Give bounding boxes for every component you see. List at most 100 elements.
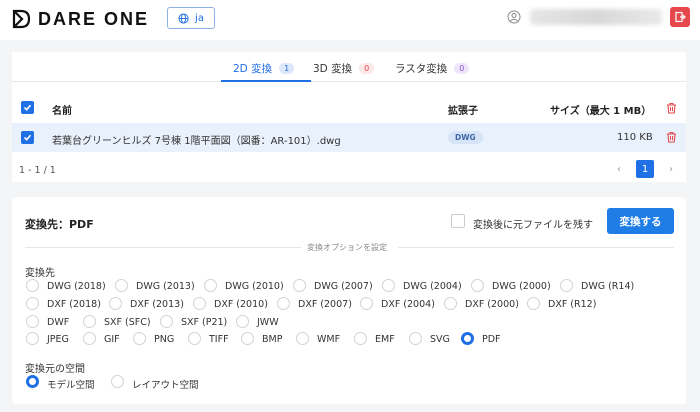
radio-bmp[interactable] — [241, 332, 254, 345]
radio-dwg-2018[interactable] — [26, 279, 39, 292]
prev-page-button[interactable]: ‹ — [610, 160, 628, 178]
logout-button[interactable] — [670, 7, 690, 27]
radio-layout-space[interactable] — [111, 375, 124, 388]
radio-label: DXF (2007) — [298, 299, 352, 310]
radio-label: DWG (2010) — [225, 281, 284, 292]
radio-label: SVG — [430, 334, 450, 345]
radio-label: JWW — [257, 317, 279, 328]
select-all-checkbox[interactable] — [21, 101, 34, 114]
radio-dxf-2007[interactable] — [277, 297, 290, 310]
radio-model-space[interactable] — [26, 375, 39, 388]
radio-label: DWG (2013) — [136, 281, 195, 292]
table-row[interactable]: 若葉台グリーンヒルズ 7号棟 1階平面図（図番：AR-101）.dwg DWG … — [12, 123, 686, 152]
radio-label: GIF — [104, 334, 120, 345]
chevron-right-icon: › — [669, 163, 673, 175]
radio-dwf[interactable] — [26, 315, 39, 328]
user-avatar-icon[interactable] — [507, 10, 521, 24]
radio-sxf-sfc[interactable] — [83, 315, 96, 328]
divider-right — [398, 247, 674, 248]
radio-sxf-p21[interactable] — [160, 315, 173, 328]
radio-dxf-2010[interactable] — [193, 297, 206, 310]
radio-label: TIFF — [209, 334, 229, 345]
radio-dxf-2000[interactable] — [444, 297, 457, 310]
keep-original-label: 変換後に元ファイルを残す — [473, 220, 593, 231]
conversion-tabs: 2D 変換 1 3D 変換 0 ラスタ変換 0 — [12, 52, 686, 82]
radio-dwg-2010[interactable] — [204, 279, 217, 292]
keep-original-checkbox[interactable] — [451, 214, 465, 228]
row-checkbox[interactable] — [21, 131, 34, 144]
tab-3d-count: 0 — [359, 63, 375, 74]
user-name-redacted — [530, 9, 662, 25]
conversion-target-title: 変換先：PDF — [25, 218, 94, 231]
radio-label: DXF (2013) — [130, 299, 184, 310]
delete-all-icon[interactable] — [666, 102, 677, 114]
source-space-label: 変換元の空間 — [25, 364, 85, 375]
radio-dwg-2004[interactable] — [382, 279, 395, 292]
delete-row-icon[interactable] — [666, 131, 677, 143]
conversion-panel: 変換先：PDF 変換後に元ファイルを残す 変換する 変換オプションを設定 変換先… — [12, 197, 686, 404]
radio-svg[interactable] — [409, 332, 422, 345]
radio-label: DWG (R14) — [581, 281, 635, 292]
radio-label: BMP — [262, 334, 283, 345]
column-header-extension: 拡張子 — [448, 106, 478, 117]
globe-icon — [178, 12, 189, 24]
logo[interactable]: DARE ONE — [10, 8, 149, 30]
radio-pdf[interactable] — [461, 332, 474, 345]
radio-label: SXF (P21) — [181, 317, 228, 328]
radio-jpeg[interactable] — [26, 332, 39, 345]
active-tab-indicator — [221, 80, 311, 82]
tab-2d[interactable]: 2D 変換 1 — [233, 61, 295, 76]
radio-dwg-2000[interactable] — [471, 279, 484, 292]
check-icon — [23, 104, 32, 111]
radio-dxf-2013[interactable] — [109, 297, 122, 310]
tab-3d-label: 3D 変換 — [313, 63, 353, 75]
options-label: 変換オプションを設定 — [307, 243, 387, 252]
extension-badge: DWG — [448, 131, 483, 144]
radio-jww[interactable] — [236, 315, 249, 328]
radio-label: DWF — [47, 317, 70, 328]
file-name: 若葉台グリーンヒルズ 7号棟 1階平面図（図番：AR-101）.dwg — [52, 136, 341, 147]
logout-icon — [675, 11, 686, 23]
radio-dxf-2018[interactable] — [26, 297, 39, 310]
target-format-label: 変換先 — [25, 268, 55, 279]
radio-label: DWG (2018) — [47, 281, 106, 292]
radio-gif[interactable] — [83, 332, 96, 345]
tab-raster[interactable]: ラスタ変換 0 — [395, 61, 470, 76]
next-page-button[interactable]: › — [662, 160, 680, 178]
page-button-current[interactable]: 1 — [636, 160, 654, 178]
radio-label: PNG — [154, 334, 175, 345]
radio-label: PDF — [482, 334, 501, 345]
tab-3d[interactable]: 3D 変換 0 — [313, 61, 375, 76]
radio-label: DXF (2010) — [214, 299, 268, 310]
radio-dwg-2013[interactable] — [115, 279, 128, 292]
chevron-left-icon: ‹ — [617, 163, 621, 175]
file-size: 110 KB — [617, 132, 653, 143]
radio-label: レイアウト空間 — [132, 380, 199, 391]
radio-dwg-2007[interactable] — [293, 279, 306, 292]
logo-text: DARE ONE — [38, 8, 150, 29]
dare-one-logo-icon — [12, 9, 31, 29]
language-label: ja — [195, 12, 204, 24]
language-button[interactable]: ja — [167, 7, 215, 29]
radio-wmf[interactable] — [296, 332, 309, 345]
radio-label: WMF — [317, 334, 341, 345]
column-header-name: 名前 — [52, 106, 72, 117]
radio-dxf-2004[interactable] — [360, 297, 373, 310]
radio-label: DWG (2004) — [403, 281, 462, 292]
radio-dxf-r12[interactable] — [527, 297, 540, 310]
check-icon — [23, 134, 32, 141]
radio-tiff[interactable] — [188, 332, 201, 345]
radio-label: DXF (R12) — [548, 299, 597, 310]
radio-label: SXF (SFC) — [104, 317, 151, 328]
radio-label: モデル空間 — [47, 380, 95, 391]
radio-png[interactable] — [133, 332, 146, 345]
tab-raster-count: 0 — [454, 63, 470, 74]
file-panel: 2D 変換 1 3D 変換 0 ラスタ変換 0 名前 拡張子 サイズ（最大 1 … — [12, 52, 686, 182]
radio-dwg-r14[interactable] — [560, 279, 573, 292]
divider-left — [25, 247, 301, 248]
convert-button[interactable]: 変換する — [607, 208, 674, 234]
tab-2d-label: 2D 変換 — [233, 63, 273, 75]
radio-label: DWG (2000) — [492, 281, 551, 292]
tab-raster-label: ラスタ変換 — [395, 63, 448, 75]
radio-emf[interactable] — [354, 332, 367, 345]
